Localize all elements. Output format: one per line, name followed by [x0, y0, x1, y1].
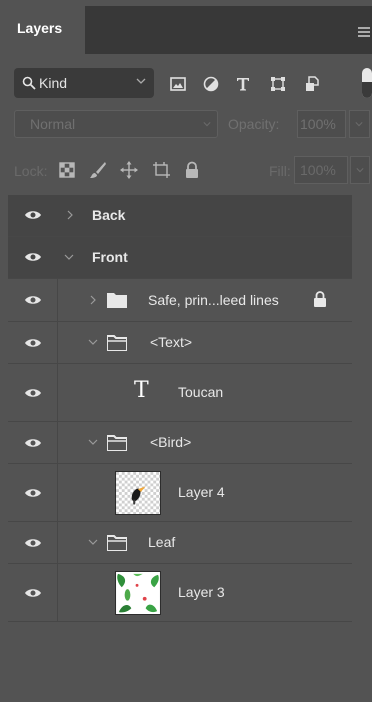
layer-row-text-group[interactable]: <Text> — [8, 322, 352, 364]
panel-tab-bar: Layers — [8, 6, 372, 54]
chevron-down-icon[interactable] — [64, 252, 74, 262]
lock-all-icon[interactable] — [183, 161, 201, 179]
eye-icon[interactable] — [25, 295, 41, 305]
eye-icon[interactable] — [25, 538, 41, 548]
lock-label: Lock: — [14, 163, 48, 179]
layer-name: Toucan — [178, 384, 224, 400]
filter-kind-label: Kind — [39, 75, 68, 91]
layer-row-front[interactable]: Front — [8, 237, 352, 279]
eye-icon[interactable] — [25, 388, 41, 398]
eye-icon[interactable] — [25, 338, 41, 348]
layer-name: <Text> — [150, 334, 193, 350]
tab-layers-label: Layers — [17, 20, 63, 36]
chevron-right-icon[interactable] — [65, 210, 75, 220]
layer-name: Layer 3 — [178, 584, 225, 600]
tab-layers[interactable]: Layers — [8, 6, 85, 54]
adjustment-filter-icon[interactable] — [203, 76, 219, 92]
image-filter-icon[interactable] — [170, 76, 186, 92]
layer-name: Front — [92, 249, 128, 265]
layer-name: <Bird> — [150, 434, 192, 450]
eye-icon[interactable] — [25, 588, 41, 598]
opacity-dropdown-button[interactable] — [349, 110, 370, 138]
eye-icon[interactable] — [25, 210, 41, 220]
opacity-label: Opacity: — [228, 116, 280, 132]
eye-icon[interactable] — [25, 438, 41, 448]
lock-icon — [314, 291, 326, 307]
opacity-input[interactable]: 100% — [297, 110, 346, 138]
lock-image-pixels-icon[interactable] — [89, 161, 107, 179]
chevron-down-icon — [136, 78, 146, 84]
layer-thumbnail-toucan — [115, 471, 161, 515]
type-layer-icon: T — [134, 378, 149, 403]
blend-opacity-row: Normal Opacity: 100% — [8, 108, 372, 142]
layer-row-leaf-group[interactable]: Leaf — [8, 522, 352, 564]
type-filter-icon[interactable] — [235, 76, 251, 92]
visibility-cell — [8, 522, 58, 563]
hamburger-menu-icon[interactable] — [358, 27, 370, 37]
layer-name: Layer 4 — [178, 484, 225, 500]
lock-fill-row: Lock: Fill: 100% — [8, 152, 372, 188]
blend-mode-value: Normal — [30, 116, 76, 132]
visibility-cell — [8, 422, 58, 463]
layer-row-safe-print-bleed-lines[interactable]: Safe, prin...leed lines — [8, 279, 352, 322]
chevron-down-icon[interactable] — [88, 537, 98, 547]
layer-name: Safe, prin...leed lines — [148, 292, 279, 308]
lock-artboard-icon[interactable] — [152, 161, 170, 179]
visibility-cell — [8, 464, 58, 521]
eye-icon[interactable] — [25, 252, 41, 262]
search-icon — [22, 76, 36, 90]
chevron-down-icon[interactable] — [88, 437, 98, 447]
chevron-right-icon[interactable] — [88, 295, 98, 305]
visibility-cell — [8, 364, 58, 421]
layer-row-layer-3[interactable]: Layer 3 — [8, 564, 352, 622]
layer-row-toucan[interactable]: T Toucan — [8, 364, 352, 422]
chevron-down-icon — [203, 122, 211, 127]
layer-row-layer-4[interactable]: Layer 4 — [8, 464, 352, 522]
smart-object-filter-icon[interactable] — [305, 76, 321, 92]
visibility-cell — [8, 564, 58, 621]
visibility-cell — [8, 279, 58, 321]
layer-filter-row: Kind — [8, 64, 372, 104]
fill-dropdown-button[interactable] — [350, 156, 370, 184]
visibility-cell — [8, 322, 58, 363]
fill-input[interactable]: 100% — [294, 156, 348, 184]
layer-row-bird-group[interactable]: <Bird> — [8, 422, 352, 464]
layer-list: Back Front Safe, prin...leed lines <Text… — [8, 195, 352, 622]
layer-name: Back — [92, 207, 126, 223]
fill-label: Fill: — [269, 163, 291, 179]
eye-icon[interactable] — [25, 488, 41, 498]
chevron-down-icon[interactable] — [88, 337, 98, 347]
chevron-down-icon — [356, 168, 364, 173]
layers-panel: Layers Kind Normal Opacity: 100% Lock: F… — [8, 6, 372, 702]
folder-icon — [107, 293, 127, 308]
layer-thumbnail-leaf — [115, 571, 161, 615]
visibility-cell — [8, 195, 57, 236]
visibility-cell — [8, 237, 57, 278]
chevron-down-icon — [355, 122, 363, 127]
lock-position-icon[interactable] — [120, 161, 138, 179]
blend-mode-select[interactable]: Normal — [14, 110, 218, 138]
folder-open-icon — [107, 435, 127, 451]
folder-open-icon — [107, 335, 127, 351]
layer-name: Leaf — [148, 534, 176, 550]
folder-open-icon — [107, 535, 127, 551]
lock-transparent-pixels-icon[interactable] — [58, 161, 76, 179]
layer-row-back[interactable]: Back — [8, 195, 352, 237]
shape-filter-icon[interactable] — [270, 76, 286, 92]
filter-kind-select[interactable]: Kind — [14, 68, 154, 98]
filter-toggle-switch[interactable] — [362, 68, 372, 98]
